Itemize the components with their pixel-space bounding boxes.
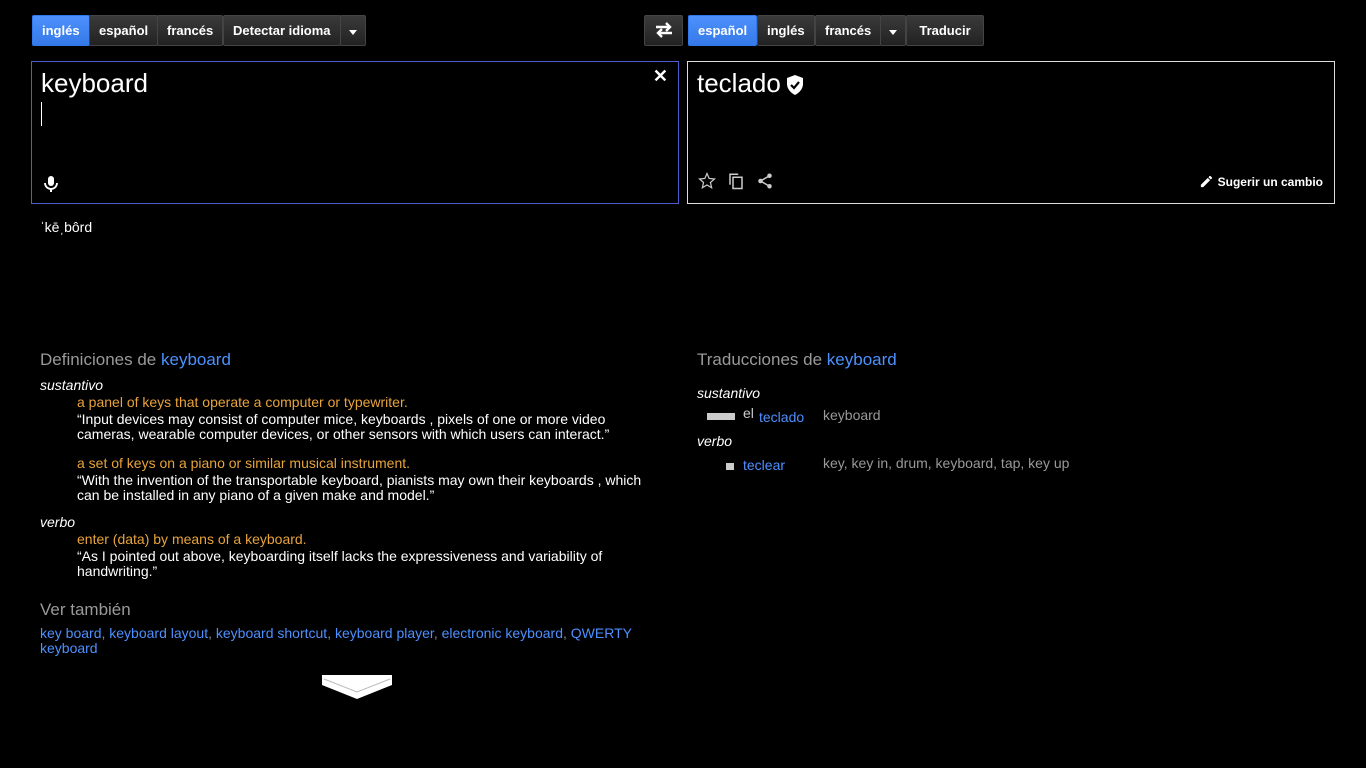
pos-verb-label: verbo	[697, 433, 733, 449]
verified-shield-icon[interactable]	[785, 74, 805, 101]
translation-word[interactable]: teclado	[759, 409, 804, 425]
see-also-link[interactable]: keyboard shortcut	[216, 625, 327, 641]
text-cursor	[41, 102, 42, 126]
swap-languages-button[interactable]	[644, 15, 683, 46]
translation-synonyms: keyboard	[823, 407, 881, 423]
translation-row: el teclado keyboard	[697, 405, 1297, 433]
translation-row: teclear key, key in, drum, keyboard, tap…	[697, 453, 1297, 475]
see-also-links: key board, keyboard layout, keyboard sho…	[40, 625, 632, 656]
see-also-title: Ver también	[40, 600, 131, 619]
definitions-title-prefix: Definiciones de	[40, 350, 157, 369]
translation-article: el	[743, 405, 754, 421]
caret-down-icon	[889, 30, 897, 36]
pronunciation: ˈkēˌbôrd	[40, 219, 93, 235]
definition-gloss: a set of keys on a piano or similar musi…	[77, 455, 411, 471]
frequency-bar	[707, 413, 735, 420]
pos-verb-label: verbo	[40, 514, 76, 530]
frequency-bar	[726, 463, 734, 470]
translate-button[interactable]: Traducir	[906, 15, 984, 46]
definition-example: “With the invention of the transportable…	[77, 472, 642, 503]
see-also-link[interactable]: keyboard player	[335, 625, 434, 641]
definition-example: “Input devices may consist of computer m…	[77, 411, 610, 442]
translation-output: teclado Sugerir un cambio	[687, 61, 1335, 204]
definition-example: “As I pointed out above, keyboarding its…	[77, 548, 603, 579]
definition-entry: a set of keys on a piano or similar musi…	[40, 455, 650, 503]
pos-noun-label: sustantivo	[697, 385, 761, 401]
target-lang-dropdown[interactable]	[880, 15, 906, 46]
translations-title: Traducciones de keyboard	[697, 350, 897, 370]
see-also-link[interactable]: keyboard layout	[109, 625, 208, 641]
source-lang-dropdown[interactable]	[340, 15, 366, 46]
definition-entry: enter (data) by means of a keyboard. “As…	[40, 531, 650, 579]
translation-word[interactable]: teclear	[743, 457, 785, 473]
definitions-list: sustantivo a panel of keys that operate …	[40, 377, 650, 592]
suggest-edit-label: Sugerir un cambio	[1217, 174, 1323, 189]
source-lang-spanish[interactable]: español	[89, 15, 159, 46]
chevron-down-icon[interactable]	[322, 675, 392, 706]
close-icon[interactable]: ✕	[653, 66, 668, 87]
see-also-link[interactable]: key board	[40, 625, 101, 641]
translations-keyword[interactable]: keyboard	[827, 350, 897, 369]
translated-text: teclado	[697, 68, 781, 98]
target-lang-french[interactable]: francés	[815, 15, 882, 46]
target-lang-english[interactable]: inglés	[757, 15, 815, 46]
suggest-edit-button[interactable]: Sugerir un cambio	[1199, 174, 1323, 189]
copy-icon[interactable]	[727, 172, 745, 190]
source-text-area[interactable]: keyboard ✕	[31, 61, 679, 204]
detect-language-button[interactable]: Detectar idioma	[223, 15, 341, 46]
source-text[interactable]: keyboard	[41, 68, 148, 99]
definition-gloss: a panel of keys that operate a computer …	[77, 394, 408, 410]
target-lang-spanish[interactable]: español	[688, 15, 758, 46]
source-lang-english[interactable]: inglés	[32, 15, 90, 46]
source-lang-french[interactable]: francés	[157, 15, 224, 46]
star-icon[interactable]	[698, 172, 716, 190]
definition-gloss: enter (data) by means of a keyboard.	[77, 531, 307, 547]
microphone-icon[interactable]	[43, 175, 59, 198]
swap-icon	[655, 22, 672, 38]
definition-entry: a panel of keys that operate a computer …	[40, 394, 650, 442]
pos-noun-label: sustantivo	[40, 377, 104, 393]
definitions-keyword[interactable]: keyboard	[161, 350, 231, 369]
pencil-icon	[1200, 175, 1212, 188]
translations-title-prefix: Traducciones de	[697, 350, 823, 369]
definitions-title: Definiciones de keyboard	[40, 350, 231, 370]
see-also-link[interactable]: electronic keyboard	[442, 625, 563, 641]
caret-down-icon	[349, 30, 357, 36]
translation-synonyms: key, key in, drum, keyboard, tap, key up	[823, 455, 1070, 471]
share-icon[interactable]	[756, 172, 774, 190]
translations-table: sustantivo el teclado keyboard verbo tec…	[697, 385, 1297, 475]
